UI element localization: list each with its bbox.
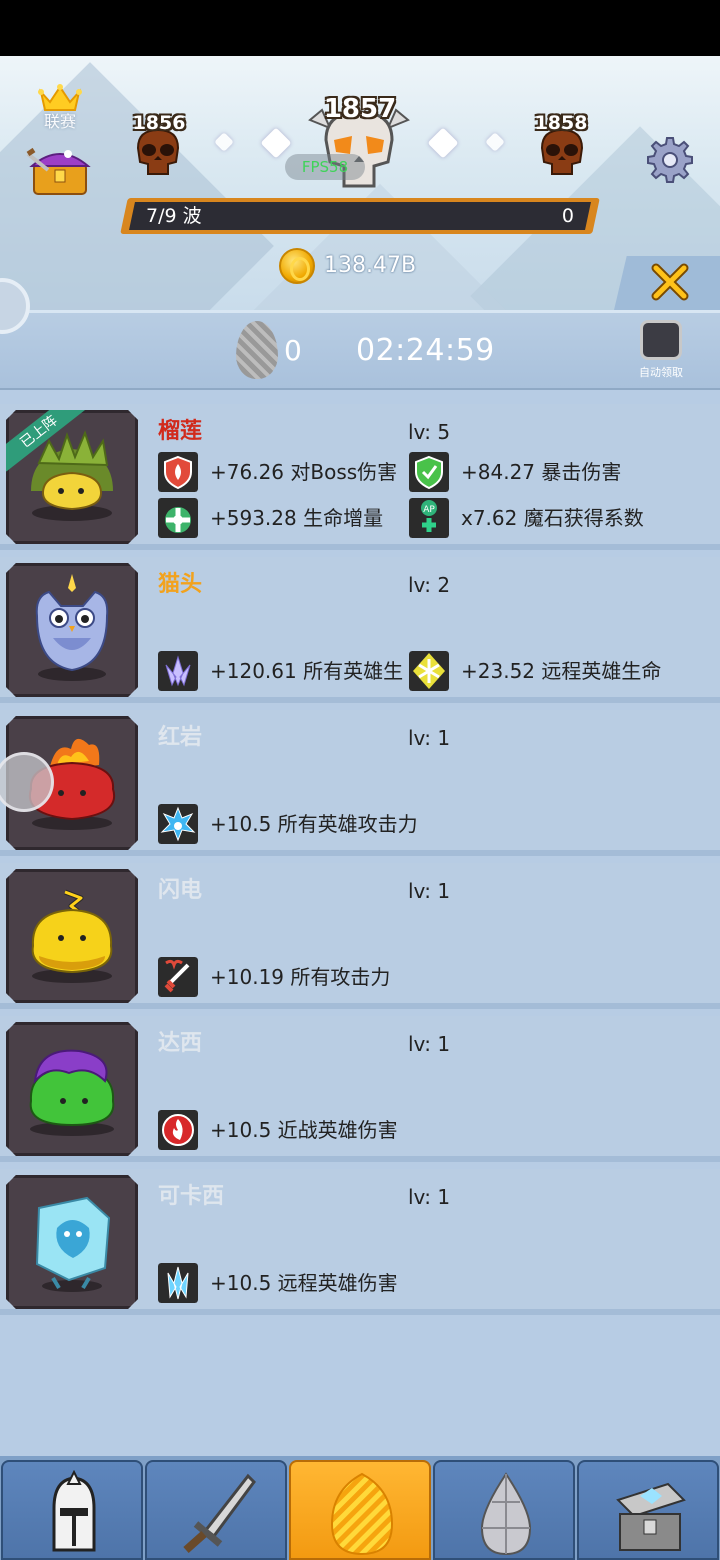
skull-icon — [540, 128, 584, 175]
pet-card[interactable]: 红岩 lv: 1 +10.5 所有英雄攻击力 — [0, 710, 720, 856]
sword-icon — [183, 1473, 256, 1553]
egg-count: 0 — [284, 334, 302, 367]
auto-collect-label: 自动领取 — [639, 366, 683, 379]
stage-header: 联赛 1856 1857 1858 FPS58 7/9 波 0 138.47B — [0, 56, 720, 310]
crystal-icon — [158, 1263, 198, 1303]
pet-level: lv: 1 — [408, 1032, 451, 1056]
pet-name: 可卡西 — [158, 1184, 225, 1209]
burst-icon — [158, 804, 198, 844]
green-slime-pet-icon — [9, 1025, 135, 1153]
lotus-icon — [158, 651, 198, 691]
snowflake-icon — [409, 651, 449, 691]
auto-collect-button[interactable]: 自动领取 — [632, 318, 690, 380]
gold-coin-icon — [279, 248, 315, 284]
pet-name: 猫头 — [158, 572, 203, 597]
pet-level: lv: 2 — [408, 573, 451, 597]
countdown-timer: 02:24:59 — [356, 333, 495, 368]
pet-level: lv: 1 — [408, 726, 451, 750]
pet-portrait — [6, 1022, 138, 1156]
progress-dot — [214, 132, 234, 152]
pet-card[interactable]: 达西 lv: 1 +10.5 近战英雄伤害 — [0, 1016, 720, 1162]
pet-level: lv: 1 — [408, 1185, 451, 1209]
pet-level: lv: 1 — [408, 879, 451, 903]
current-stage-number: 1857 — [323, 94, 397, 124]
gold-amount: 138.47B — [324, 253, 417, 278]
treasure-chest-icon[interactable] — [26, 140, 94, 198]
pet-portrait — [6, 563, 138, 697]
wave-label: 7/9 波 — [146, 205, 202, 227]
pet-name: 达西 — [158, 1031, 203, 1056]
nav-tab-weapons[interactable] — [145, 1460, 287, 1560]
pet-card[interactable]: 可卡西 lv: 1 +10.5 远程英雄伤害 — [0, 1169, 720, 1315]
heart-plus-icon — [158, 498, 198, 538]
skull-icon — [136, 128, 180, 175]
green-shield-icon — [409, 452, 449, 492]
lightning-slime-pet-icon — [9, 872, 135, 1000]
nav-tab-heroes[interactable] — [1, 1460, 143, 1560]
pet-portrait — [6, 1175, 138, 1309]
egg-icon — [330, 1472, 394, 1556]
progress-dot — [485, 132, 505, 152]
close-icon[interactable] — [650, 262, 690, 302]
ice-pet-icon — [9, 1178, 135, 1306]
pet-name: 榴莲 — [158, 419, 203, 444]
next-stage-number: 1858 — [534, 112, 588, 134]
pet-card[interactable]: 闪电 lv: 1 +10.19 所有攻击力 — [0, 863, 720, 1009]
pet-name: 红岩 — [158, 725, 203, 750]
pet-name: 闪电 — [158, 878, 203, 903]
prev-stage-number: 1856 — [132, 112, 186, 134]
progress-dot — [260, 127, 292, 159]
pet-card[interactable]: 猫头 lv: 2 +120.61 所有英雄生 +23.52 远程英雄生命 — [0, 557, 720, 703]
owl-pet-icon — [9, 566, 135, 694]
gem-icon — [480, 1472, 532, 1556]
nav-tab-treasure[interactable] — [577, 1460, 719, 1560]
treasure-chest-icon — [616, 1482, 686, 1551]
gear-icon[interactable] — [646, 136, 694, 184]
fps-counter: FPS58 — [285, 154, 365, 180]
ap-stone-icon: AP — [409, 498, 449, 538]
nav-tab-gems[interactable] — [433, 1460, 575, 1560]
flame-icon — [158, 1110, 198, 1150]
progress-dot — [427, 127, 459, 159]
fire-shield-icon — [158, 452, 198, 492]
pet-portrait: 已上阵 — [6, 410, 138, 544]
pet-card[interactable]: 已上阵 榴莲 lv: 5 +76.26 对Boss伤害 +84.27 暴击伤害 … — [0, 404, 720, 550]
bottom-navigation — [0, 1456, 720, 1560]
svg-text:AP: AP — [423, 505, 435, 515]
pet-portrait — [6, 869, 138, 1003]
helmet-icon — [52, 1470, 96, 1552]
wave-value: 0 — [561, 205, 574, 227]
lock-icon — [640, 320, 682, 360]
sword-icon — [158, 957, 198, 997]
league-label: 联赛 — [43, 112, 76, 131]
pet-level: lv: 5 — [408, 420, 451, 444]
nav-tab-pets[interactable] — [289, 1460, 431, 1560]
status-bar — [0, 0, 720, 56]
